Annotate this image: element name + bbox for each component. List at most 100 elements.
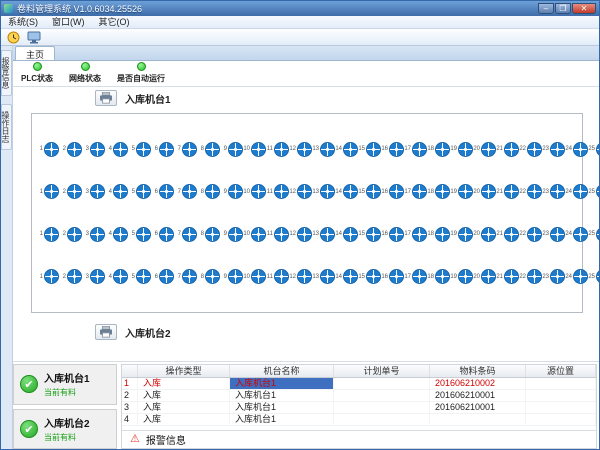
slot[interactable]: 9: [220, 184, 243, 199]
slot[interactable]: 9: [220, 269, 243, 284]
slot[interactable]: 19: [450, 142, 473, 157]
slot[interactable]: 6: [151, 142, 174, 157]
column-header[interactable]: 物料条码: [430, 365, 526, 377]
slot[interactable]: 14: [335, 269, 358, 284]
slot[interactable]: 4: [105, 227, 128, 242]
slot[interactable]: 3: [82, 227, 105, 242]
slot[interactable]: 19: [450, 227, 473, 242]
slot[interactable]: 5: [128, 184, 151, 199]
slot[interactable]: 20: [473, 184, 496, 199]
slot[interactable]: 14: [335, 142, 358, 157]
slot[interactable]: 4: [105, 184, 128, 199]
slot[interactable]: 9: [220, 142, 243, 157]
slot[interactable]: 2: [59, 269, 82, 284]
slot[interactable]: 15: [358, 142, 381, 157]
slot[interactable]: 5: [128, 269, 151, 284]
slot[interactable]: 8: [197, 142, 220, 157]
slot[interactable]: 7: [174, 227, 197, 242]
slot[interactable]: 22: [519, 184, 542, 199]
slot[interactable]: 24: [565, 142, 588, 157]
slot[interactable]: 12: [289, 269, 312, 284]
slot[interactable]: 13: [312, 184, 335, 199]
slot[interactable]: 18: [427, 227, 450, 242]
slot[interactable]: 23: [542, 227, 565, 242]
slot[interactable]: 15: [358, 227, 381, 242]
menu-item[interactable]: 系统(S): [1, 16, 45, 29]
slot[interactable]: 8: [197, 227, 220, 242]
slot[interactable]: 25: [588, 269, 599, 284]
slot[interactable]: 10: [243, 227, 266, 242]
slot[interactable]: 3: [82, 184, 105, 199]
slot[interactable]: 16: [381, 184, 404, 199]
slot[interactable]: 24: [565, 184, 588, 199]
slot[interactable]: 6: [151, 269, 174, 284]
slot[interactable]: 16: [381, 227, 404, 242]
slot[interactable]: 17: [404, 184, 427, 199]
slot[interactable]: 15: [358, 269, 381, 284]
menu-item[interactable]: 窗口(W): [45, 16, 92, 29]
slot[interactable]: 16: [381, 269, 404, 284]
close-button[interactable]: ✕: [572, 3, 596, 14]
slot[interactable]: 13: [312, 227, 335, 242]
slot[interactable]: 14: [335, 227, 358, 242]
column-header[interactable]: 机台名称: [230, 365, 334, 377]
slot[interactable]: 17: [404, 142, 427, 157]
slot[interactable]: 20: [473, 142, 496, 157]
slot[interactable]: 22: [519, 269, 542, 284]
column-header[interactable]: 操作类型: [138, 365, 230, 377]
station-card[interactable]: ✔入库机台2当前有料: [13, 409, 117, 450]
slot[interactable]: 1: [36, 227, 59, 242]
column-header[interactable]: 计划单号: [334, 365, 430, 377]
print-button-station1[interactable]: [95, 90, 117, 106]
slot[interactable]: 12: [289, 184, 312, 199]
slot[interactable]: 23: [542, 142, 565, 157]
slot[interactable]: 6: [151, 227, 174, 242]
slot[interactable]: 21: [496, 184, 519, 199]
slot[interactable]: 11: [266, 227, 289, 242]
side-tab[interactable]: 操作日志: [1, 104, 12, 150]
slot[interactable]: 11: [266, 269, 289, 284]
slot[interactable]: 24: [565, 227, 588, 242]
slot[interactable]: 17: [404, 227, 427, 242]
tab-home[interactable]: 主页: [15, 46, 55, 60]
table-row[interactable]: 2入库入库机台1201606210001: [122, 390, 596, 402]
menu-item[interactable]: 其它(O): [92, 16, 137, 29]
slot[interactable]: 13: [312, 269, 335, 284]
slot[interactable]: 9: [220, 227, 243, 242]
slot[interactable]: 10: [243, 184, 266, 199]
slot[interactable]: 12: [289, 142, 312, 157]
slot[interactable]: 4: [105, 142, 128, 157]
slot[interactable]: 20: [473, 269, 496, 284]
slot[interactable]: 21: [496, 142, 519, 157]
slot[interactable]: 5: [128, 142, 151, 157]
monitor-icon[interactable]: [25, 30, 43, 45]
slot[interactable]: 8: [197, 269, 220, 284]
slot[interactable]: 8: [197, 184, 220, 199]
slot[interactable]: 11: [266, 184, 289, 199]
maximize-button[interactable]: ❐: [555, 3, 571, 14]
slot[interactable]: 2: [59, 184, 82, 199]
slot[interactable]: 7: [174, 269, 197, 284]
slot[interactable]: 23: [542, 184, 565, 199]
slot[interactable]: 1: [36, 184, 59, 199]
slot[interactable]: 12: [289, 227, 312, 242]
table-row[interactable]: 3入库入库机台1201606210001: [122, 402, 596, 414]
station-card[interactable]: ✔入库机台1当前有料: [13, 364, 117, 405]
slot[interactable]: 10: [243, 142, 266, 157]
print-button-station2[interactable]: [95, 324, 117, 340]
side-tab[interactable]: 报警信息: [1, 50, 12, 96]
slot[interactable]: 11: [266, 142, 289, 157]
slot[interactable]: 25: [588, 227, 599, 242]
slot[interactable]: 23: [542, 269, 565, 284]
slot[interactable]: 25: [588, 142, 599, 157]
slot[interactable]: 7: [174, 142, 197, 157]
slot[interactable]: 22: [519, 142, 542, 157]
slot[interactable]: 21: [496, 269, 519, 284]
slot[interactable]: 22: [519, 227, 542, 242]
slot[interactable]: 13: [312, 142, 335, 157]
slot[interactable]: 2: [59, 227, 82, 242]
slot[interactable]: 18: [427, 142, 450, 157]
slot[interactable]: 21: [496, 227, 519, 242]
slot[interactable]: 18: [427, 269, 450, 284]
slot[interactable]: 14: [335, 184, 358, 199]
